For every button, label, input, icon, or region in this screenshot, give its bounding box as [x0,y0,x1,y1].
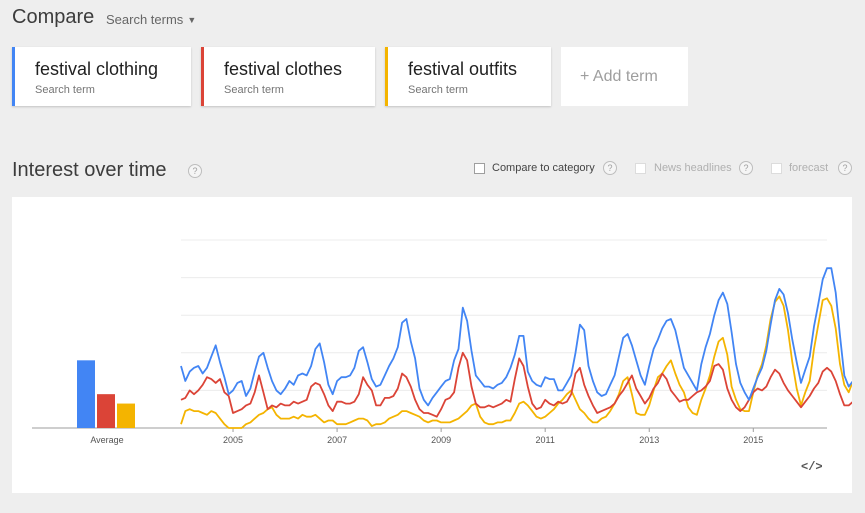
add-term-label: + Add term [580,68,658,85]
news-headlines-label: News headlines [654,162,732,174]
average-label: Average [90,435,123,445]
interest-over-time-title: Interest over time [12,159,167,181]
series-line-festival-clothes [180,351,865,418]
forecast-label: forecast [789,162,829,174]
add-term-button[interactable]: + Add term [561,47,688,106]
x-tick-label: 2009 [431,435,451,445]
term-card-festival-outfits[interactable]: festival outfits Search term [385,47,551,106]
news-headlines-checkbox[interactable] [635,163,646,174]
x-tick-label: 2013 [639,435,659,445]
term-label: festival clothing [35,59,159,79]
average-bar [77,360,95,428]
average-bar [97,394,115,428]
interest-over-time-chart: Average 2005 2007 2009 2011 2013 2015 [32,239,865,445]
caret-down-icon: ▼ [187,15,197,25]
term-label: festival clothes [224,59,343,79]
code-embed-icon[interactable]: </> [801,460,823,474]
x-tick-label: 2007 [327,435,347,445]
term-label: festival outfits [408,59,518,79]
compare-to-category-label: Compare to category [492,162,595,174]
help-icon[interactable]: ? [188,164,202,178]
compare-title: Compare [12,6,95,28]
x-tick-label: 2011 [536,435,555,445]
search-terms-dropdown[interactable]: Search terms ▼ [106,12,196,27]
term-card-festival-clothes[interactable]: festival clothes Search term [201,47,375,106]
term-sublabel: Search term [224,84,284,96]
forecast-checkbox[interactable] [771,163,782,174]
term-sublabel: Search term [35,84,95,96]
x-tick-label: 2005 [223,435,243,445]
chart-panel: Average 2005 2007 2009 2011 2013 2015 [12,197,865,493]
series-line-festival-clothing [180,267,865,407]
help-icon[interactable]: ? [838,161,852,175]
term-card-festival-clothing[interactable]: festival clothing Search term [12,47,191,106]
series-line-festival-outfits [180,295,865,429]
x-tick-label: 2015 [743,435,763,445]
compare-to-category-checkbox[interactable] [474,163,485,174]
term-sublabel: Search term [408,84,468,96]
average-bar [117,403,135,428]
search-terms-label: Search terms [106,12,184,27]
help-icon[interactable]: ? [739,161,753,175]
help-icon[interactable]: ? [603,161,617,175]
